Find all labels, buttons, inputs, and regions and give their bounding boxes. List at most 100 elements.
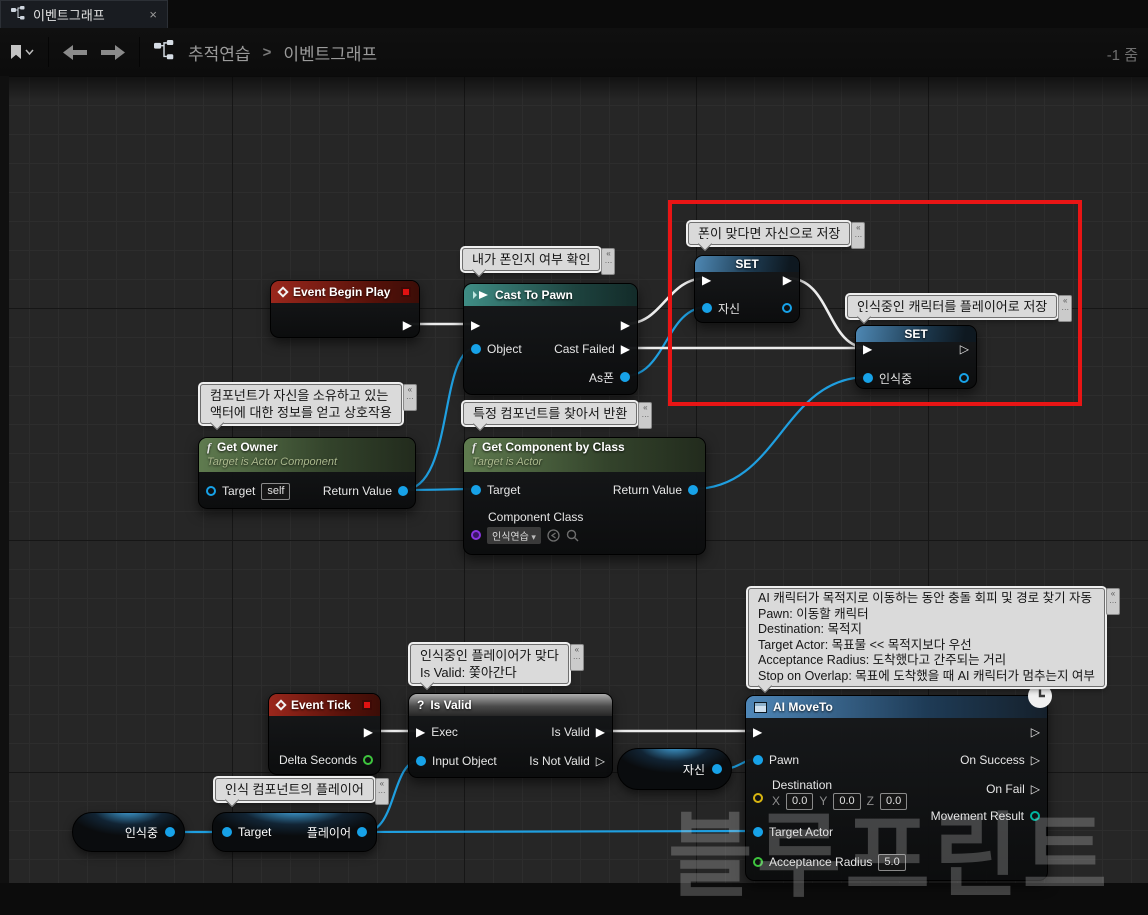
object-pin-icon [688,485,698,495]
exec-in-pin[interactable] [471,316,480,334]
x-value[interactable]: 0.0 [786,792,814,810]
comment-bubble[interactable]: 내가 폰인지 여부 확인 [459,246,616,275]
event-icon [277,286,289,298]
comment-pin-icon[interactable] [402,384,417,411]
arrow-right-icon [101,44,125,60]
comment-pin-icon[interactable] [1105,588,1120,615]
y-value[interactable]: 0.0 [833,792,861,810]
player-out-pin[interactable]: 플레이어 [307,824,367,841]
z-value[interactable]: 0.0 [879,792,908,810]
toolbar-divider [48,37,49,67]
comment-bubble[interactable]: AI 캐릭터가 목적지로 이동하는 동안 충돌 회피 및 경로 찾기 자동 Pa… [746,586,1120,689]
radius-value[interactable]: 5.0 [878,853,906,871]
class-dropdown[interactable]: 인식연습 [487,526,541,544]
comment-text: 컴포넌트가 자신을 소유하고 있는 [210,388,389,403]
comment-text: Stop on Overlap: 목표에 도착했을 때 AI 캐릭터가 멈추는지… [758,668,1095,683]
node-get-component-by-class[interactable]: f Get Component by Class Target is Actor… [463,437,706,555]
node-header: f Get Component by Class Target is Actor [464,438,705,472]
comment-bubble[interactable]: 특정 컴포넌트를 찾아서 반환 [460,400,653,429]
breadcrumb-root[interactable]: 추적연습 [188,40,251,65]
exec-in-pin[interactable] [753,723,762,741]
exec-pin-icon [471,318,480,332]
comment-pin-icon[interactable] [569,644,584,671]
node-event-begin-play[interactable]: Event Begin Play [270,280,420,338]
on-success-pin[interactable]: On Success [960,751,1040,769]
comment-pin-icon[interactable] [601,248,616,275]
use-selected-icon[interactable] [547,528,560,542]
pin-label: Acceptance Radius [769,855,873,869]
comment-text: Pawn: 이동할 캐릭터 [758,606,869,621]
exec-pin-icon [753,725,762,739]
exec-out-pin[interactable] [621,316,630,334]
bookmark-button[interactable] [10,44,34,60]
pin-label: Exec [431,725,458,739]
cast-failed-pin[interactable]: Cast Failed [554,340,630,358]
node-get-owner[interactable]: f Get Owner Target is Actor Component Ta… [198,437,416,509]
exec-out-pin[interactable] [364,723,373,741]
var-get-self[interactable]: 자신 [617,748,732,790]
input-object-pin[interactable]: Input Object [416,752,497,770]
object-pin-icon [712,764,722,774]
back-button[interactable] [63,44,87,60]
object-pin-icon [357,827,367,837]
exec-pin-icon [621,342,630,356]
breadcrumb-current[interactable]: 이벤트그래프 [283,40,377,65]
breadcrumb-separator: > [262,43,272,61]
node-header: ? Is Valid [409,694,612,716]
event-graph-canvas[interactable]: Event Begin Play 내가 폰인지 여부 확인 Cast To Pa… [0,76,1148,908]
comment-bubble[interactable]: 인식중인 플레이어가 맞다 Is Valid: 쫓아간다 [408,642,584,686]
forward-button[interactable] [101,44,125,60]
node-header: f Get Owner Target is Actor Component [199,438,415,472]
object-in-pin[interactable]: Object [471,340,522,358]
exec-out-pin[interactable] [403,316,412,334]
node-title: Event Begin Play [293,285,391,299]
target-actor-pin[interactable]: Target Actor [753,823,833,841]
pin-label: Is Not Valid [529,754,590,768]
target-in-pin[interactable]: Target [222,825,271,839]
exec-out-pin[interactable] [1031,723,1040,741]
exec-in-pin[interactable]: Exec [416,723,458,741]
component-class-pin[interactable]: 인식연습 [471,526,579,544]
pawn-pin[interactable]: Pawn [753,751,799,769]
target-in-pin[interactable]: Target self [206,482,291,500]
delta-seconds-pin[interactable]: Delta Seconds [279,751,373,769]
var-get-recognizing[interactable]: 인식중 [72,812,185,852]
comment-bubble[interactable]: 컴포넌트가 자신을 소유하고 있는 액터에 대한 정보를 얻고 상호작용 [198,382,417,426]
object-pin-icon [753,827,763,837]
comment-pin-icon[interactable] [374,778,389,805]
tab-event-graph[interactable]: 이벤트그래프 × [0,0,168,28]
return-value-pin[interactable]: Return Value [613,481,698,499]
exec-pin-icon [403,318,412,332]
target-value-box[interactable]: self [261,482,291,500]
graph-icon [11,6,25,23]
node-cast-to-pawn[interactable]: Cast To Pawn Object Cast Failed As폰 [463,283,638,395]
node-ai-move-to[interactable]: AI MoveTo Pawn On Success Destination X … [745,684,1052,881]
node-event-tick[interactable]: Event Tick Delta Seconds [268,693,381,775]
target-in-pin[interactable]: Target [471,481,520,499]
exec-pin-icon [596,754,605,768]
destination-pin[interactable] [753,785,763,811]
pin-label: Object [487,342,522,356]
var-get-target-player[interactable]: Target 플레이어 [212,812,377,852]
comment-bubble[interactable]: 인식 컴포넌트의 플레이어 [213,776,389,805]
as-pawn-pin[interactable]: As폰 [589,368,630,386]
is-not-valid-out-pin[interactable]: Is Not Valid [529,752,605,770]
movement-result-pin[interactable]: Movement Result [931,807,1040,825]
is-valid-out-pin[interactable]: Is Valid [551,723,605,741]
destination-xyz: X 0.0 Y 0.0 Z 0.0 [772,792,908,810]
node-header: AI MoveTo [746,696,1047,718]
node-is-valid[interactable]: ? Is Valid Exec Is Valid Input Object Is… [408,693,613,778]
pin-label: On Success [960,753,1025,767]
exec-pin-icon [416,725,425,739]
comment-pin-icon[interactable] [638,402,653,429]
object-pin-icon [416,756,426,766]
comment-text: 액터에 대한 정보를 얻고 상호작용 [210,405,392,420]
search-icon[interactable] [566,529,579,542]
cast-icon [473,291,488,299]
close-icon[interactable]: × [149,7,157,22]
return-value-pin[interactable]: Return Value [323,482,408,500]
acceptance-radius-pin[interactable]: Acceptance Radius 5.0 [753,853,906,871]
pin-label: Is Valid [551,725,590,739]
node-title: Event Tick [291,698,351,712]
on-fail-pin[interactable]: On Fail [986,780,1040,798]
